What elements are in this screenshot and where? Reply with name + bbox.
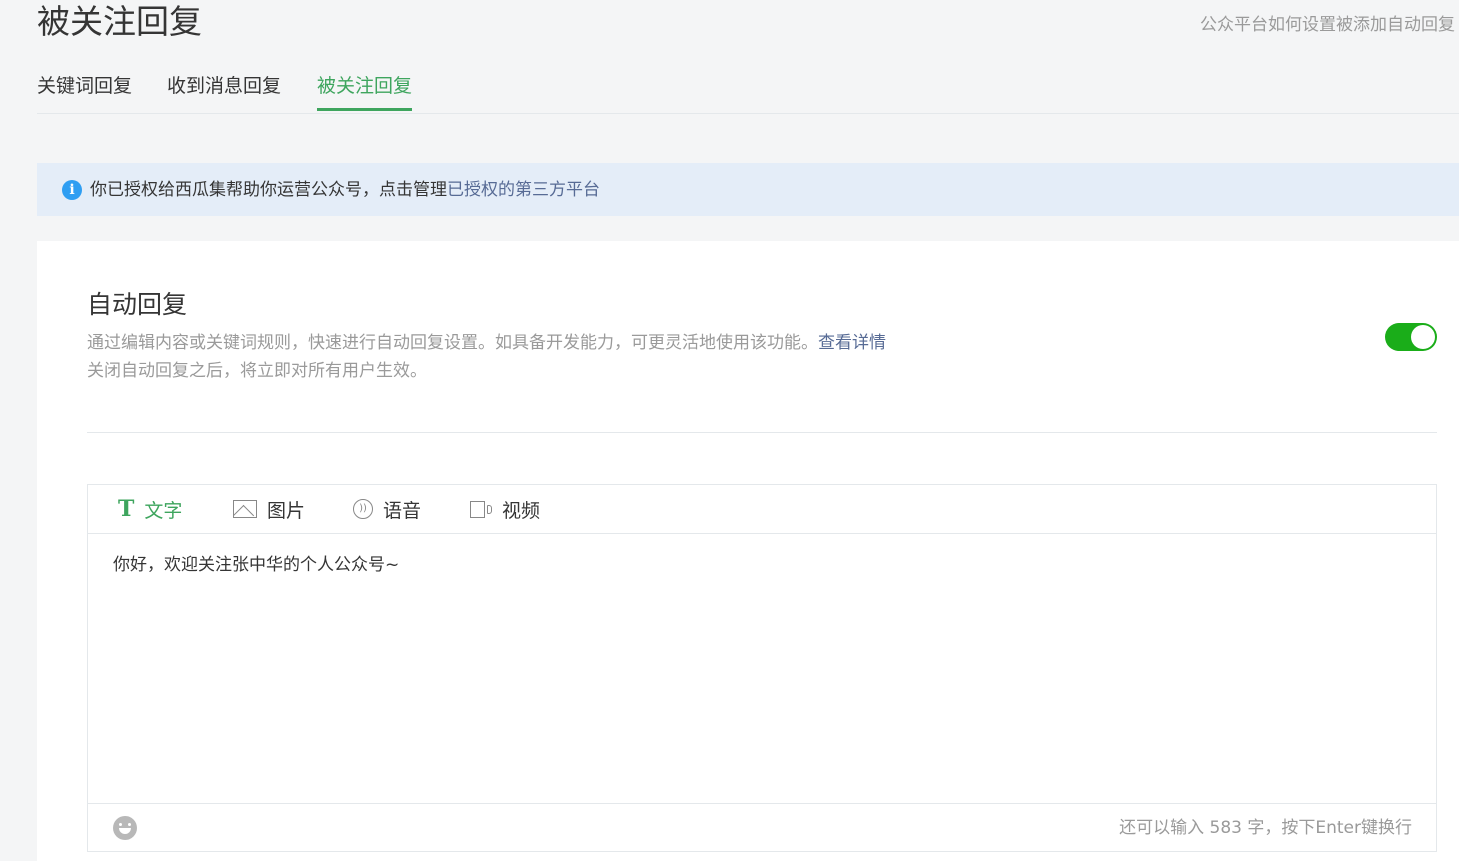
tab-follow-reply[interactable]: 被关注回复 — [317, 72, 413, 111]
authorization-notice: i 你已授权给西瓜集帮助你运营公众号，点击管理已授权的第三方平台 — [37, 163, 1459, 216]
auto-reply-toggle[interactable] — [1385, 323, 1437, 351]
notice-text-line: 你已授权给西瓜集帮助你运营公众号，点击管理已授权的第三方平台 — [90, 179, 600, 201]
tab-keyword-reply[interactable]: 关键词回复 — [37, 72, 132, 111]
type-tab-label: 文字 — [144, 499, 183, 522]
image-icon — [233, 500, 257, 518]
type-tab-label: 图片 — [267, 499, 306, 522]
help-link[interactable]: 公众平台如何设置被添加自动回复 — [1200, 10, 1455, 35]
notice-text: 你已授权给西瓜集帮助你运营公众号，点击管理 — [90, 180, 447, 200]
toggle-knob — [1411, 325, 1435, 349]
view-details-link[interactable]: 查看详情 — [818, 333, 886, 353]
reply-text-content[interactable]: 你好，欢迎关注张中华的个人公众号~ — [113, 553, 399, 577]
tab-bar: 关键词回复 收到消息回复 被关注回复 — [37, 70, 1459, 114]
type-tab-label: 视频 — [502, 499, 541, 522]
page-title: 被关注回复 — [37, 2, 202, 41]
type-tab-voice[interactable]: )) 语音 — [353, 497, 422, 522]
type-tab-image[interactable]: 图片 — [233, 497, 306, 522]
editor-type-toolbar: T 文字 图片 )) 语音 视频 — [88, 485, 1436, 534]
reply-editor: T 文字 图片 )) 语音 视频 你好，欢迎关注张中华的个人公众号~ 还可以输入… — [87, 484, 1437, 852]
type-tab-video[interactable]: 视频 — [470, 497, 541, 522]
type-tab-text[interactable]: T 文字 — [118, 496, 183, 522]
video-icon — [470, 500, 492, 518]
char-counter: 还可以输入 583 字，按下Enter键换行 — [1119, 818, 1412, 838]
editor-footer: 还可以输入 583 字，按下Enter键换行 — [88, 803, 1436, 851]
disable-note: 关闭自动回复之后，将立即对所有用户生效。 — [87, 361, 427, 381]
divider — [87, 432, 1437, 433]
section-title: 自动回复 — [87, 290, 188, 319]
type-tab-label: 语音 — [383, 499, 422, 522]
section-description: 通过编辑内容或关键词规则，快速进行自动回复设置。如具备开发能力，可更灵活地使用该… — [87, 329, 886, 385]
tab-message-reply[interactable]: 收到消息回复 — [167, 72, 281, 111]
auto-reply-card: 自动回复 通过编辑内容或关键词规则，快速进行自动回复设置。如具备开发能力，可更灵… — [37, 241, 1459, 861]
authorized-platform-link[interactable]: 已授权的第三方平台 — [447, 180, 600, 200]
voice-icon: )) — [353, 499, 373, 519]
info-icon: i — [62, 180, 82, 200]
emoji-icon[interactable] — [113, 816, 137, 840]
description-text: 通过编辑内容或关键词规则，快速进行自动回复设置。如具备开发能力，可更灵活地使用该… — [87, 333, 818, 353]
text-icon: T — [118, 496, 135, 522]
